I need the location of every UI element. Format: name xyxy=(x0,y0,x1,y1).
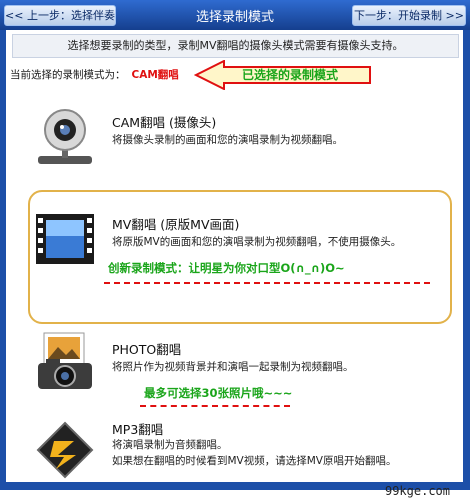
current-mode-label: 当前选择的录制模式为： xyxy=(10,69,126,81)
watermark: 99kge.com xyxy=(384,484,450,498)
option-photo[interactable]: PHOTO翻唱 将照片作为视频背景并和演唱一起录制为视频翻唱。 最多可选择30张… xyxy=(20,325,440,410)
page-title: 选择录制模式 xyxy=(195,10,274,25)
option-mp3-title: MP3翻唱 xyxy=(112,422,164,437)
film-icon xyxy=(34,208,96,270)
option-photo-underline xyxy=(140,405,290,407)
option-photo-desc: 将照片作为视频背景并和演唱一起录制为视频翻唱。 xyxy=(112,361,354,373)
webcam-icon xyxy=(34,106,96,168)
content-panel: 选择想要录制的类型，录制MV翻唱的摄像头模式需要有摄像头支持。 当前选择的录制模… xyxy=(6,30,463,482)
option-photo-title: PHOTO翻唱 xyxy=(112,342,182,357)
option-mv-desc: 将原版MV的画面和您的演唱录制为视频翻唱，不使用摄像头。 xyxy=(112,236,402,248)
option-photo-note: 最多可选择30张照片哦~~~ xyxy=(144,386,293,400)
option-mv-title: MV翻唱 (原版MV画面) xyxy=(112,217,240,232)
annotation-text: 已选择的录制模式 xyxy=(242,68,339,82)
option-cam[interactable]: CAM翻唱 (摄像头) 将摄像头录制的画面和您的演唱录制为视频翻唱。 xyxy=(20,98,440,178)
annotation-arrow: 已选择的录制模式 xyxy=(193,59,374,91)
option-mp3[interactable]: MP3翻唱 将演唱录制为音频翻唱。 如果想在翻唱的时候看到MV视频，请选择MV原… xyxy=(20,415,440,485)
option-mv[interactable]: MV翻唱 (原版MV画面) 将原版MV的画面和您的演唱录制为视频翻唱，不使用摄像… xyxy=(20,200,440,310)
prev-step-button[interactable]: << 上一步：选择伴奏 xyxy=(4,5,116,26)
winamp-bolt-icon xyxy=(34,419,96,481)
hint-text: 选择想要录制的类型，录制MV翻唱的摄像头模式需要有摄像头支持。 xyxy=(12,34,459,58)
option-cam-desc: 将摄像头录制的画面和您的演唱录制为视频翻唱。 xyxy=(112,134,343,146)
option-mv-underline xyxy=(104,282,430,284)
option-mp3-desc-1: 将演唱录制为音频翻唱。 xyxy=(112,439,228,451)
option-mp3-desc-2: 如果想在翻唱的时候看到MV视频，请选择MV原唱开始翻唱。 xyxy=(112,455,397,467)
next-step-button[interactable]: 下一步：开始录制 >> xyxy=(352,5,466,26)
current-mode-value: CAM翻唱 xyxy=(131,69,179,81)
photo-camera-icon xyxy=(34,331,96,393)
header-bar: << 上一步：选择伴奏 选择录制模式 下一步：开始录制 >> xyxy=(0,0,470,30)
option-cam-title: CAM翻唱 (摄像头) xyxy=(112,115,217,130)
option-mv-note: 创新录制模式：让明星为你对口型O(∩_∩)O~ xyxy=(108,261,345,275)
current-mode-line: 当前选择的录制模式为： CAM翻唱 xyxy=(10,67,179,82)
